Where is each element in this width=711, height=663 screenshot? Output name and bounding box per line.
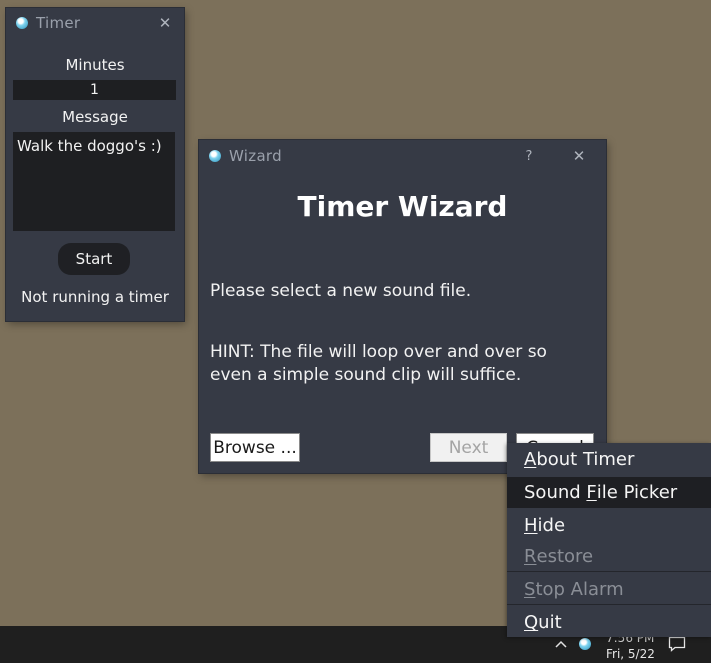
wizard-heading: Timer Wizard: [297, 190, 508, 223]
clock-date: Fri, 5/22: [606, 647, 655, 661]
menu-item-quit[interactable]: Quit: [507, 607, 711, 638]
timer-titlebar[interactable]: Timer ✕: [6, 8, 184, 38]
menu-item-label: Sound: [524, 482, 587, 503]
menu-accel: A: [524, 449, 537, 470]
wizard-instruction: Please select a new sound file.: [210, 281, 472, 301]
menu-item-label: ide: [537, 515, 566, 536]
menu-item-label: bout Timer: [536, 449, 635, 470]
message-input[interactable]: Walk the doggo's :): [13, 132, 175, 231]
wizard-hint-line2: even a simple sound clip will suffice.: [210, 365, 522, 385]
menu-item-sound-file-picker[interactable]: Sound File Picker: [507, 477, 711, 508]
menu-accel: Q: [524, 612, 539, 633]
minutes-input[interactable]: 1: [13, 80, 176, 100]
close-icon[interactable]: ✕: [567, 140, 591, 172]
menu-item-label: estore: [536, 546, 594, 567]
timer-window: Timer ✕ Minutes 1 Message Walk the doggo…: [6, 8, 184, 321]
menu-item-stop-alarm[interactable]: Stop Alarm: [507, 574, 711, 605]
start-button[interactable]: Start: [58, 243, 130, 275]
menu-item-label: ile Picker: [596, 482, 678, 503]
menu-separator: [507, 571, 711, 572]
tray-context-menu: About Timer Sound File Picker Hide Resto…: [507, 443, 711, 637]
menu-accel: R: [524, 546, 537, 567]
notification-icon[interactable]: [668, 636, 686, 652]
wizard-dialog: Wizard ? ✕ Timer Wizard Please select a …: [199, 140, 606, 473]
status-text: Not running a timer: [21, 288, 169, 306]
wizard-hint-line1: HINT: The file will loop over and over s…: [210, 342, 547, 362]
message-label: Message: [62, 108, 128, 126]
menu-item-hide[interactable]: Hide: [507, 510, 711, 541]
browse-button[interactable]: Browse ...: [210, 433, 300, 462]
menu-item-about[interactable]: About Timer: [507, 444, 711, 475]
timer-app-icon: [16, 17, 28, 29]
chevron-up-icon[interactable]: [553, 636, 569, 652]
wizard-title: Wizard: [229, 147, 282, 165]
timer-title: Timer: [36, 14, 81, 32]
timer-app-icon: [209, 150, 221, 162]
help-icon[interactable]: ?: [517, 140, 541, 172]
minutes-label: Minutes: [65, 56, 125, 74]
next-button[interactable]: Next: [430, 433, 507, 462]
menu-separator: [507, 604, 711, 605]
close-icon[interactable]: ✕: [154, 8, 176, 38]
menu-item-label: top Alarm: [535, 579, 624, 600]
menu-item-label: uit: [538, 612, 562, 633]
wizard-titlebar[interactable]: Wizard ? ✕: [199, 140, 606, 172]
menu-accel: S: [524, 579, 536, 600]
menu-accel: F: [586, 482, 597, 503]
menu-item-restore[interactable]: Restore: [507, 541, 711, 572]
timer-tray-icon[interactable]: [579, 638, 591, 650]
menu-accel: H: [524, 515, 538, 536]
